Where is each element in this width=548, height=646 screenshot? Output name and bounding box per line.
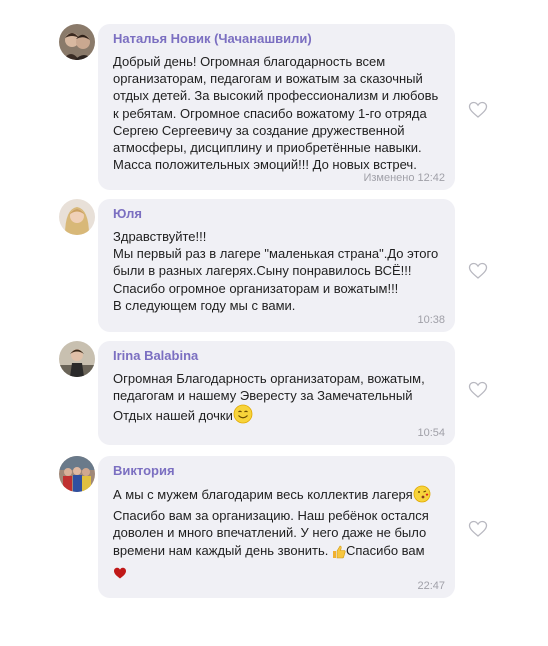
comment-text: Добрый день! Огромная благодарность всем… [113, 54, 439, 173]
heart-icon[interactable] [468, 101, 488, 119]
timestamp: 22:47 [417, 580, 445, 592]
comment-text-line1: А мы с мужем благодарим весь коллектив л… [113, 487, 413, 502]
comment-text-line3: времени нам каждый день звонить. [113, 542, 332, 558]
comment-bubble: Юля Здравствуйте!!! Мы первый раз в лаге… [98, 199, 455, 332]
smiling-face-emoji-icon [233, 404, 253, 428]
thumbs-up-emoji-icon [332, 545, 346, 563]
comment-bubble: Виктория А мы с мужем благодарим весь ко… [98, 456, 455, 598]
avatar[interactable] [59, 341, 95, 377]
comment-text: Здравствуйте!!! Мы первый раз в лагере "… [113, 229, 439, 313]
author-name[interactable]: Юля [113, 206, 443, 222]
avatar[interactable] [59, 456, 95, 492]
comment-meta: 22:47 [417, 580, 445, 592]
comment-text-body: Огромная Благодарность организаторам, во… [113, 371, 425, 404]
timestamp: 10:38 [417, 314, 445, 326]
author-name[interactable]: Виктория [113, 463, 443, 479]
timestamp: 10:54 [417, 427, 445, 439]
comment-text: Огромная Благодарность организаторам, во… [113, 370, 443, 429]
timestamp: 12:42 [417, 172, 445, 184]
author-name[interactable]: Irina Balabina [113, 348, 443, 364]
author-name[interactable]: Наталья Новик (Чачанашвили) [113, 31, 443, 47]
kissing-face-emoji-icon [413, 485, 431, 507]
comment-meta: 10:54 [417, 427, 445, 439]
heart-icon[interactable] [468, 520, 488, 538]
edited-label: Изменено [363, 172, 415, 184]
comment-bubble: Irina Balabina Огромная Благодарность ор… [98, 341, 455, 445]
comment-text-tail: Отдых нашей дочки [113, 408, 233, 424]
avatar[interactable] [59, 199, 95, 235]
comment-bubble: Наталья Новик (Чачанашвили) Добрый день!… [98, 24, 455, 190]
comment-text-line3-tail: Спасибо вам [345, 542, 425, 558]
comment-meta: Изменено 12:42 [363, 172, 445, 184]
heart-icon[interactable] [468, 262, 488, 280]
heart-icon[interactable] [468, 381, 488, 399]
avatar[interactable] [59, 24, 95, 60]
comment-text: А мы с мужем благодарим весь коллектив л… [113, 485, 443, 584]
heart-emoji-icon [113, 566, 127, 584]
comment-text-line2: Спасибо вам за организацию. Наш ребёнок … [113, 508, 429, 541]
comment-meta: 10:38 [417, 314, 445, 326]
